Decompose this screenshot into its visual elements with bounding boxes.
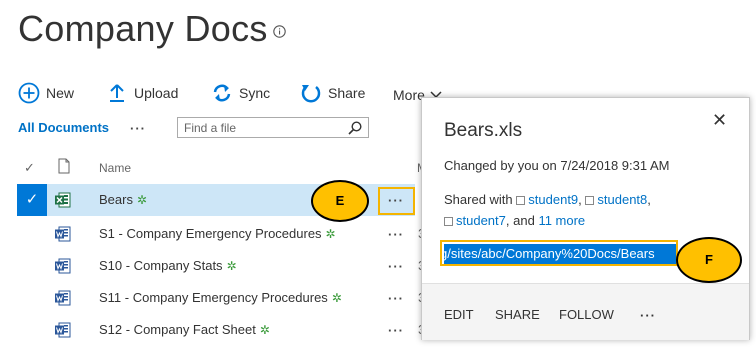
row-checkbox-checked[interactable]: ✓ (17, 184, 47, 216)
info-icon[interactable] (273, 25, 286, 38)
new-item-icon: ✲ (331, 291, 342, 305)
row-ellipsis-button[interactable]: ··· (388, 228, 404, 241)
new-item-icon: ✲ (136, 193, 148, 207)
file-name[interactable]: S10 - Company Stats (99, 258, 223, 273)
word-file-icon (55, 322, 71, 338)
shared-user-link[interactable]: student9 (528, 192, 578, 207)
annotation-marker-e: E (311, 180, 369, 222)
file-row[interactable]: S12 - Company Fact Sheet✲ ··· 3 (17, 314, 425, 346)
file-name[interactable]: Bears (99, 192, 133, 207)
file-name[interactable]: S11 - Company Emergency Procedures (99, 290, 328, 305)
page-title: Company Docs (18, 8, 268, 49)
word-file-icon (55, 290, 71, 306)
search-icon[interactable] (348, 121, 362, 135)
document-type-icon[interactable] (58, 158, 70, 174)
new-label: New (46, 85, 75, 101)
share-action-button[interactable]: SHARE (495, 307, 540, 322)
new-item-icon: ✲ (259, 323, 270, 337)
row-ellipsis-button[interactable]: ··· (388, 324, 404, 337)
close-icon[interactable]: ✕ (712, 110, 727, 131)
file-name[interactable]: S1 - Company Emergency Procedures (99, 226, 322, 241)
edit-button[interactable]: EDIT (444, 307, 474, 322)
callout-more-button[interactable]: ··· (640, 309, 656, 322)
share-label: Share (328, 85, 366, 101)
name-column-header[interactable]: Name (99, 161, 131, 175)
callout-changed-text: Changed by you on 7/24/2018 9:31 AM (444, 158, 670, 173)
sync-label: Sync (239, 85, 271, 101)
callout-filename[interactable]: Bears.xls (444, 120, 522, 142)
new-item-icon: ✲ (226, 259, 237, 273)
sync-button[interactable]: Sync (211, 82, 270, 104)
search-input[interactable] (184, 119, 334, 136)
shared-user-link[interactable]: student8 (597, 192, 647, 207)
word-file-icon (55, 258, 71, 274)
share-icon (301, 85, 321, 103)
shared-prefix: Shared with (444, 192, 513, 207)
new-item-icon: ✲ (325, 227, 336, 241)
plus-circle-icon (18, 82, 40, 104)
upload-button[interactable]: Upload (108, 82, 178, 104)
follow-button[interactable]: FOLLOW (559, 307, 614, 322)
sync-icon (213, 84, 231, 102)
file-row[interactable]: S10 - Company Stats✲ ··· 3 (17, 250, 425, 282)
row-ellipsis-button[interactable]: ··· (388, 292, 404, 305)
file-row[interactable]: S1 - Company Emergency Procedures✲ ··· 3 (17, 218, 425, 250)
select-all-checkbox[interactable]: ✓ (24, 160, 35, 176)
annotation-marker-f: F (676, 237, 742, 283)
row-ellipsis-button[interactable]: ··· (388, 260, 404, 273)
callout-shared-with: Shared with student9, student8, student7… (444, 192, 651, 228)
share-button[interactable]: Share (300, 82, 365, 104)
shared-user-link[interactable]: student7 (456, 213, 506, 228)
user-checkbox-icon (585, 196, 595, 205)
user-checkbox-icon (444, 217, 453, 226)
shared-more-link[interactable]: 11 more (538, 213, 585, 228)
file-callout-panel: Bears.xls ✕ Changed by you on 7/24/2018 … (421, 97, 750, 340)
upload-arrow-icon (110, 84, 124, 102)
file-row[interactable]: S11 - Company Emergency Procedures ✲ ··· … (17, 282, 425, 314)
excel-file-icon (55, 192, 71, 208)
upload-label: Upload (134, 85, 179, 101)
view-options-button[interactable]: ··· (130, 122, 146, 135)
file-name[interactable]: S12 - Company Fact Sheet (99, 322, 256, 337)
all-documents-view[interactable]: All Documents (18, 120, 109, 135)
search-box[interactable] (177, 117, 369, 138)
callout-action-bar: EDIT SHARE FOLLOW ··· (422, 283, 749, 340)
row-ellipsis-button[interactable]: ··· (388, 194, 404, 207)
word-file-icon (55, 226, 71, 242)
user-checkbox-icon (516, 196, 526, 205)
new-button[interactable]: New (18, 82, 74, 104)
shared-and: and (513, 213, 535, 228)
url-highlight-box (440, 240, 678, 266)
